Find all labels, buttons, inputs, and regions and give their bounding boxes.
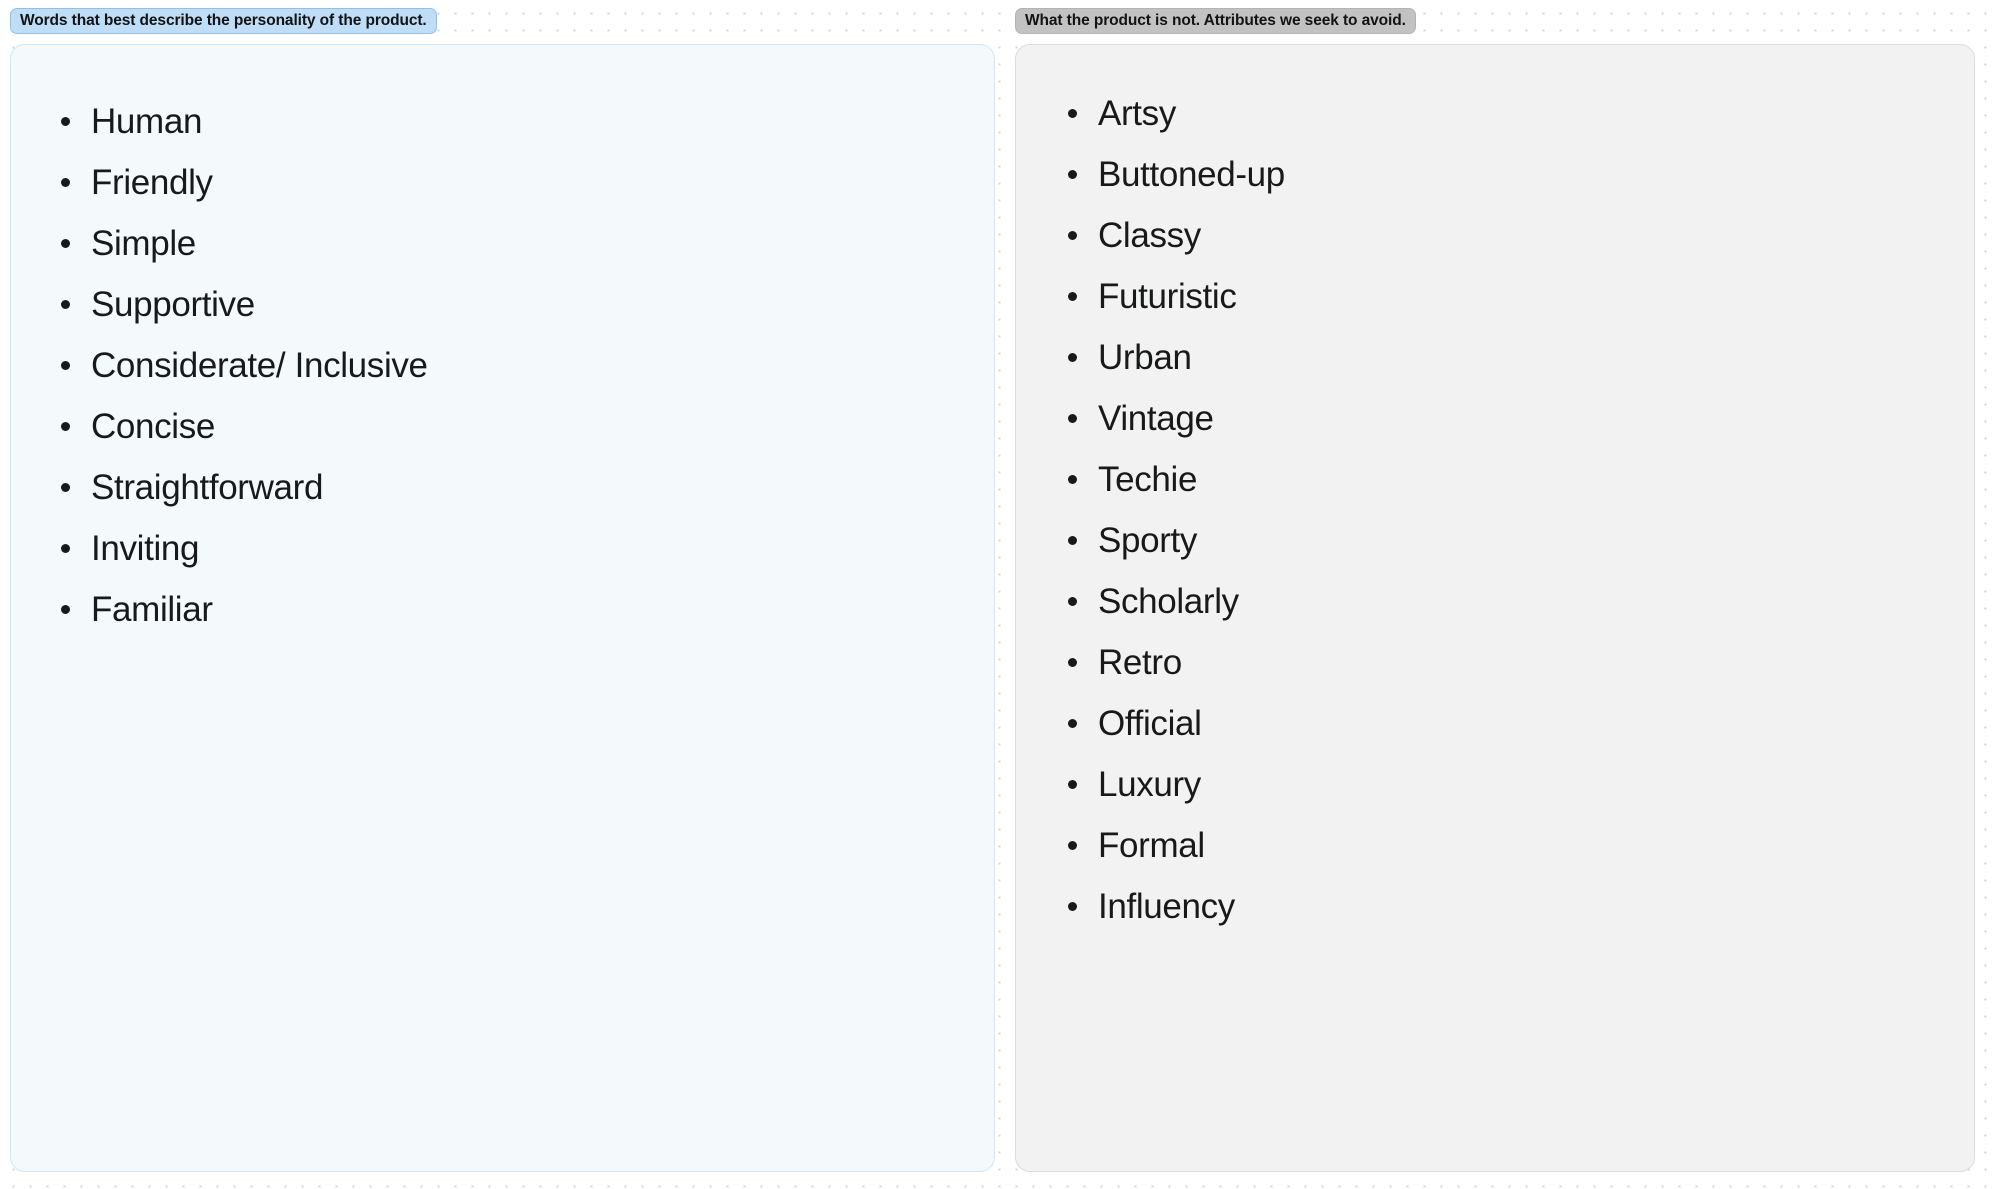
bullet-icon xyxy=(1068,780,1077,789)
list-item-label: Futuristic xyxy=(1098,277,1237,316)
word-list-avoid: Artsy Buttoned-up Classy Futuristic Urba… xyxy=(1016,45,1974,937)
list-item[interactable]: Buttoned-up xyxy=(1062,144,1974,205)
word-list-personality: Human Friendly Simple Supportive Conside… xyxy=(11,45,994,640)
bullet-icon xyxy=(61,117,70,126)
bullet-icon xyxy=(61,544,70,553)
bullet-icon xyxy=(1068,841,1077,850)
list-item[interactable]: Friendly xyxy=(55,152,994,213)
bullet-icon xyxy=(1068,414,1077,423)
list-item-label: Considerate/ Inclusive xyxy=(91,346,428,385)
list-item-label: Techie xyxy=(1098,460,1198,499)
list-item-label: Buttoned-up xyxy=(1098,155,1285,194)
panel-avoid[interactable]: Artsy Buttoned-up Classy Futuristic Urba… xyxy=(1015,44,1975,1172)
list-item[interactable]: Artsy xyxy=(1062,83,1974,144)
bullet-icon xyxy=(61,605,70,614)
list-item[interactable]: Straightforward xyxy=(55,457,994,518)
list-item[interactable]: Influency xyxy=(1062,876,1974,937)
list-item-label: Luxury xyxy=(1098,765,1201,804)
bullet-icon xyxy=(1068,353,1077,362)
list-item[interactable]: Formal xyxy=(1062,815,1974,876)
list-item[interactable]: Familiar xyxy=(55,579,994,640)
list-item-label: Influency xyxy=(1098,887,1235,926)
bullet-icon xyxy=(1068,475,1077,484)
list-item-label: Scholarly xyxy=(1098,582,1239,621)
column-header-personality: Words that best describe the personality… xyxy=(10,0,995,34)
list-item-label: Familiar xyxy=(91,590,213,629)
list-item[interactable]: Considerate/ Inclusive xyxy=(55,335,994,396)
list-item[interactable]: Scholarly xyxy=(1062,571,1974,632)
list-item[interactable]: Vintage xyxy=(1062,388,1974,449)
list-item[interactable]: Luxury xyxy=(1062,754,1974,815)
list-item-label: Official xyxy=(1098,704,1202,743)
bullet-icon xyxy=(1068,719,1077,728)
whiteboard-canvas: Words that best describe the personality… xyxy=(0,0,2000,1189)
list-item[interactable]: Inviting xyxy=(55,518,994,579)
list-item-label: Concise xyxy=(91,407,215,446)
list-item[interactable]: Human xyxy=(55,91,994,152)
list-item-label: Supportive xyxy=(91,285,255,324)
list-item-label: Formal xyxy=(1098,826,1205,865)
bullet-icon xyxy=(61,300,70,309)
bullet-icon xyxy=(61,422,70,431)
bullet-icon xyxy=(1068,231,1077,240)
sticky-label-avoid[interactable]: What the product is not. Attributes we s… xyxy=(1015,8,1416,34)
list-item-label: Artsy xyxy=(1098,94,1176,133)
list-item[interactable]: Concise xyxy=(55,396,994,457)
list-item[interactable]: Urban xyxy=(1062,327,1974,388)
list-item-label: Inviting xyxy=(91,529,200,568)
list-item[interactable]: Techie xyxy=(1062,449,1974,510)
list-item-label: Urban xyxy=(1098,338,1192,377)
list-item-label: Vintage xyxy=(1098,399,1214,438)
bullet-icon xyxy=(1068,902,1077,911)
bullet-icon xyxy=(1068,109,1077,118)
list-item[interactable]: Official xyxy=(1062,693,1974,754)
list-item-label: Human xyxy=(91,102,203,141)
bullet-icon xyxy=(1068,658,1077,667)
bullet-icon xyxy=(1068,170,1077,179)
list-item-label: Classy xyxy=(1098,216,1201,255)
list-item-label: Friendly xyxy=(91,163,213,202)
list-item[interactable]: Retro xyxy=(1062,632,1974,693)
column-header-avoid: What the product is not. Attributes we s… xyxy=(1015,0,1975,34)
list-item-label: Retro xyxy=(1098,643,1182,682)
list-item-label: Sporty xyxy=(1098,521,1198,560)
bullet-icon xyxy=(61,239,70,248)
bullet-icon xyxy=(1068,292,1077,301)
bullet-icon xyxy=(61,178,70,187)
list-item[interactable]: Simple xyxy=(55,213,994,274)
list-item-label: Simple xyxy=(91,224,196,263)
list-item[interactable]: Supportive xyxy=(55,274,994,335)
list-item[interactable]: Classy xyxy=(1062,205,1974,266)
list-item[interactable]: Sporty xyxy=(1062,510,1974,571)
list-item[interactable]: Futuristic xyxy=(1062,266,1974,327)
bullet-icon xyxy=(61,361,70,370)
bullet-icon xyxy=(1068,536,1077,545)
list-item-label: Straightforward xyxy=(91,468,324,507)
bullet-icon xyxy=(61,483,70,492)
panel-personality[interactable]: Human Friendly Simple Supportive Conside… xyxy=(10,44,995,1172)
sticky-label-personality[interactable]: Words that best describe the personality… xyxy=(10,8,437,34)
bullet-icon xyxy=(1068,597,1077,606)
